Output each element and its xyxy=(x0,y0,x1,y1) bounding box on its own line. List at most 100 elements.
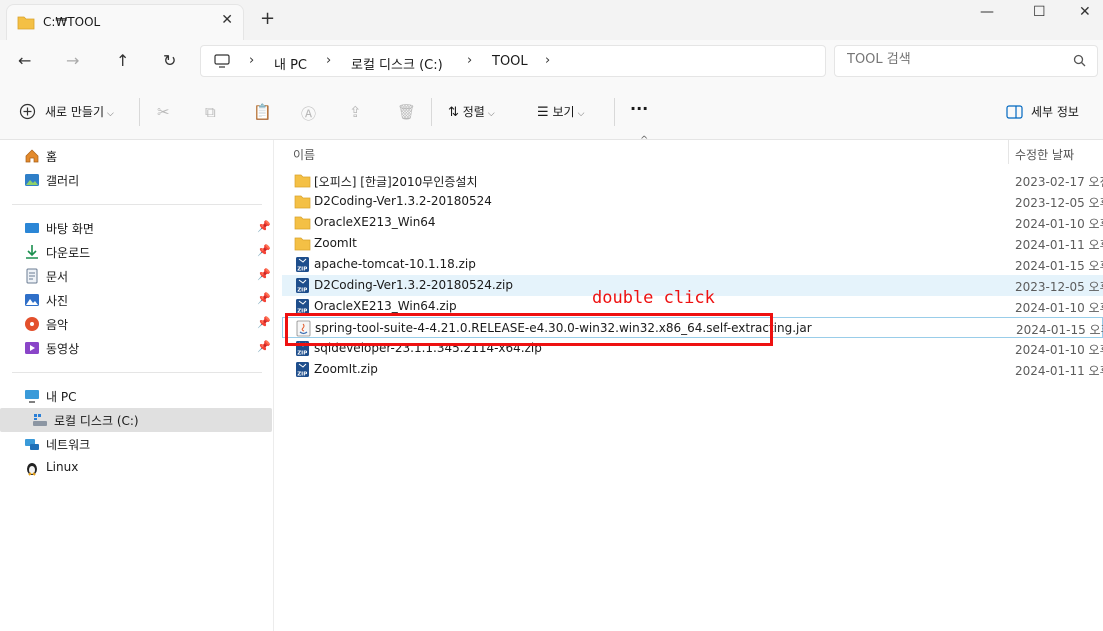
sidebar-item-music[interactable]: 음악 📌 xyxy=(0,312,272,336)
navigation-pane: 홈 갤러리 바탕 화면 📌 다운로드 📌 문서 📌 사진 📌 음악 📌 동영상 … xyxy=(0,140,274,631)
gallery-icon xyxy=(25,174,39,186)
column-header-date[interactable]: 수정한 날짜 xyxy=(1015,146,1074,172)
title-bar: C:₩TOOL ✕ + — ☐ ✕ xyxy=(0,0,1103,40)
sidebar-item-label: 다운로드 xyxy=(46,246,91,260)
cut-icon[interactable]: ✂ xyxy=(157,103,170,121)
folder-icon xyxy=(294,174,311,188)
zip-file-icon: ZIP xyxy=(296,362,309,378)
breadcrumb-separator: › xyxy=(467,53,473,68)
search-box[interactable] xyxy=(834,45,1098,77)
breadcrumb-this-pc[interactable]: 내 PC xyxy=(274,54,307,73)
pin-icon[interactable]: 📌 xyxy=(257,268,271,281)
sidebar-item-label: 사진 xyxy=(46,294,69,308)
pin-icon[interactable]: 📌 xyxy=(257,220,271,233)
folder-icon xyxy=(294,195,311,209)
file-row[interactable]: D2Coding-Ver1.3.2-20180524 2023-12-05 오후 xyxy=(282,191,1103,212)
sidebar-item-documents[interactable]: 문서 📌 xyxy=(0,264,272,288)
sidebar-item-this-pc[interactable]: 내 PC xyxy=(0,384,272,408)
computer-icon xyxy=(25,390,39,403)
sidebar-item-home[interactable]: 홈 xyxy=(0,144,272,168)
sort-label: 정렬 xyxy=(462,105,485,119)
file-modified-date: 2024-01-15 오후 xyxy=(1015,259,1103,273)
view-icon: ☰ xyxy=(537,105,549,120)
sidebar-item-label: 로컬 디스크 (C:) xyxy=(54,414,139,428)
file-row[interactable]: ZoomIt 2024-01-11 오후 xyxy=(282,233,1103,254)
sidebar-item-local-disk[interactable]: 로컬 디스크 (C:) xyxy=(0,408,272,432)
sidebar-item-videos[interactable]: 동영상 📌 xyxy=(0,336,272,360)
sidebar-item-gallery[interactable]: 갤러리 xyxy=(0,168,272,192)
maximize-button[interactable]: ☐ xyxy=(1033,4,1046,20)
sidebar-item-pictures[interactable]: 사진 📌 xyxy=(0,288,272,312)
copy-icon[interactable]: ⧉ xyxy=(205,103,216,121)
command-bar: 새로 만들기 ⌵ ✂ ⧉ 📋 Ⓐ ⇪ 🗑 ⇅ 정렬 ⌵ ☰ 보기 ⌵ ··· 세부 정… xyxy=(0,84,1103,140)
drive-icon xyxy=(33,414,47,426)
refresh-button[interactable]: ↻ xyxy=(163,51,176,70)
sidebar-item-label: 네트워크 xyxy=(46,438,91,452)
sidebar-divider xyxy=(12,372,262,373)
details-pane-icon xyxy=(1006,105,1023,119)
minimize-button[interactable]: — xyxy=(980,4,994,20)
file-row[interactable]: [오피스] [한글]2010무인증설치 2023-02-17 오전 xyxy=(282,170,1103,191)
toolbar-divider xyxy=(139,98,140,126)
sidebar-item-label: 문서 xyxy=(46,270,69,284)
breadcrumb-tool[interactable]: TOOL xyxy=(492,54,528,69)
rename-icon[interactable]: Ⓐ xyxy=(301,103,316,124)
back-button[interactable]: ← xyxy=(18,51,31,70)
pin-icon[interactable]: 📌 xyxy=(257,292,271,305)
sort-ascending-icon: ^ xyxy=(640,135,649,146)
file-modified-date: 2023-12-05 오후 xyxy=(1015,280,1103,294)
file-modified-date: 2023-12-05 오후 xyxy=(1015,196,1103,210)
details-button[interactable]: 세부 정보 xyxy=(1031,103,1079,120)
file-row[interactable]: ZIP ZoomIt.zip 2024-01-11 오후 xyxy=(282,359,1103,380)
sidebar-item-label: 내 PC xyxy=(46,390,77,404)
sidebar-item-downloads[interactable]: 다운로드 📌 xyxy=(0,240,272,264)
zip-file-icon: ZIP xyxy=(296,278,309,294)
new-tab-button[interactable]: + xyxy=(260,10,275,28)
column-divider[interactable] xyxy=(1008,140,1009,164)
forward-button[interactable]: → xyxy=(66,51,79,70)
svg-text:ZIP: ZIP xyxy=(297,288,307,294)
pin-icon[interactable]: 📌 xyxy=(257,244,271,257)
up-button[interactable]: ↑ xyxy=(116,51,129,70)
column-header-name[interactable]: 이름 xyxy=(293,146,315,172)
sidebar-item-desktop[interactable]: 바탕 화면 📌 xyxy=(0,216,272,240)
close-tab-icon[interactable]: ✕ xyxy=(221,12,233,28)
view-button[interactable]: ☰ 보기 ⌵ xyxy=(537,103,584,120)
file-name: D2Coding-Ver1.3.2-20180524.zip xyxy=(314,278,513,292)
zip-file-icon: ZIP xyxy=(296,257,309,273)
file-name: ZoomIt.zip xyxy=(314,362,378,376)
annotation-highlight-box xyxy=(285,313,773,346)
sidebar-item-linux[interactable]: Linux xyxy=(0,456,272,480)
svg-text:ZIP: ZIP xyxy=(297,351,307,357)
search-input[interactable] xyxy=(847,52,1067,67)
address-bar[interactable]: › 내 PC › 로컬 디스크 (C:) › TOOL › xyxy=(200,45,826,77)
file-modified-date: 2024-01-10 오후 xyxy=(1015,301,1103,315)
close-window-button[interactable]: ✕ xyxy=(1079,4,1091,20)
delete-icon[interactable]: 🗑 xyxy=(397,103,416,121)
add-icon xyxy=(19,103,36,120)
view-label: 보기 xyxy=(552,105,575,119)
more-options-button[interactable]: ··· xyxy=(630,99,648,118)
paste-icon[interactable]: 📋 xyxy=(253,103,272,121)
monitor-icon xyxy=(214,54,230,68)
sidebar-divider xyxy=(12,204,262,205)
pin-icon[interactable]: 📌 xyxy=(257,340,271,353)
file-name: OracleXE213_Win64 xyxy=(314,215,436,229)
sort-button[interactable]: ⇅ 정렬 ⌵ xyxy=(448,103,495,120)
file-row[interactable]: ZIP apache-tomcat-10.1.18.zip 2024-01-15 오… xyxy=(282,254,1103,275)
new-button[interactable]: 새로 만들기 ⌵ xyxy=(45,103,114,120)
tab-tool[interactable]: C:₩TOOL ✕ xyxy=(6,4,244,40)
breadcrumb-local-disk[interactable]: 로컬 디스크 (C:) xyxy=(351,54,443,73)
file-modified-date: 2023-02-17 오전 xyxy=(1015,175,1103,189)
tab-title: C:₩TOOL xyxy=(43,15,101,29)
file-modified-date: 2024-01-11 오후 xyxy=(1015,364,1103,378)
pin-icon[interactable]: 📌 xyxy=(257,316,271,329)
breadcrumb-separator: › xyxy=(545,53,551,68)
file-row[interactable]: OracleXE213_Win64 2024-01-10 오후 xyxy=(282,212,1103,233)
breadcrumb-separator: › xyxy=(326,53,332,68)
sidebar-item-network[interactable]: 네트워크 xyxy=(0,432,272,456)
sidebar-item-label: 동영상 xyxy=(46,342,80,356)
breadcrumb-separator: › xyxy=(249,53,255,68)
sidebar-item-label: 바탕 화면 xyxy=(46,222,94,236)
share-icon[interactable]: ⇪ xyxy=(349,103,362,121)
